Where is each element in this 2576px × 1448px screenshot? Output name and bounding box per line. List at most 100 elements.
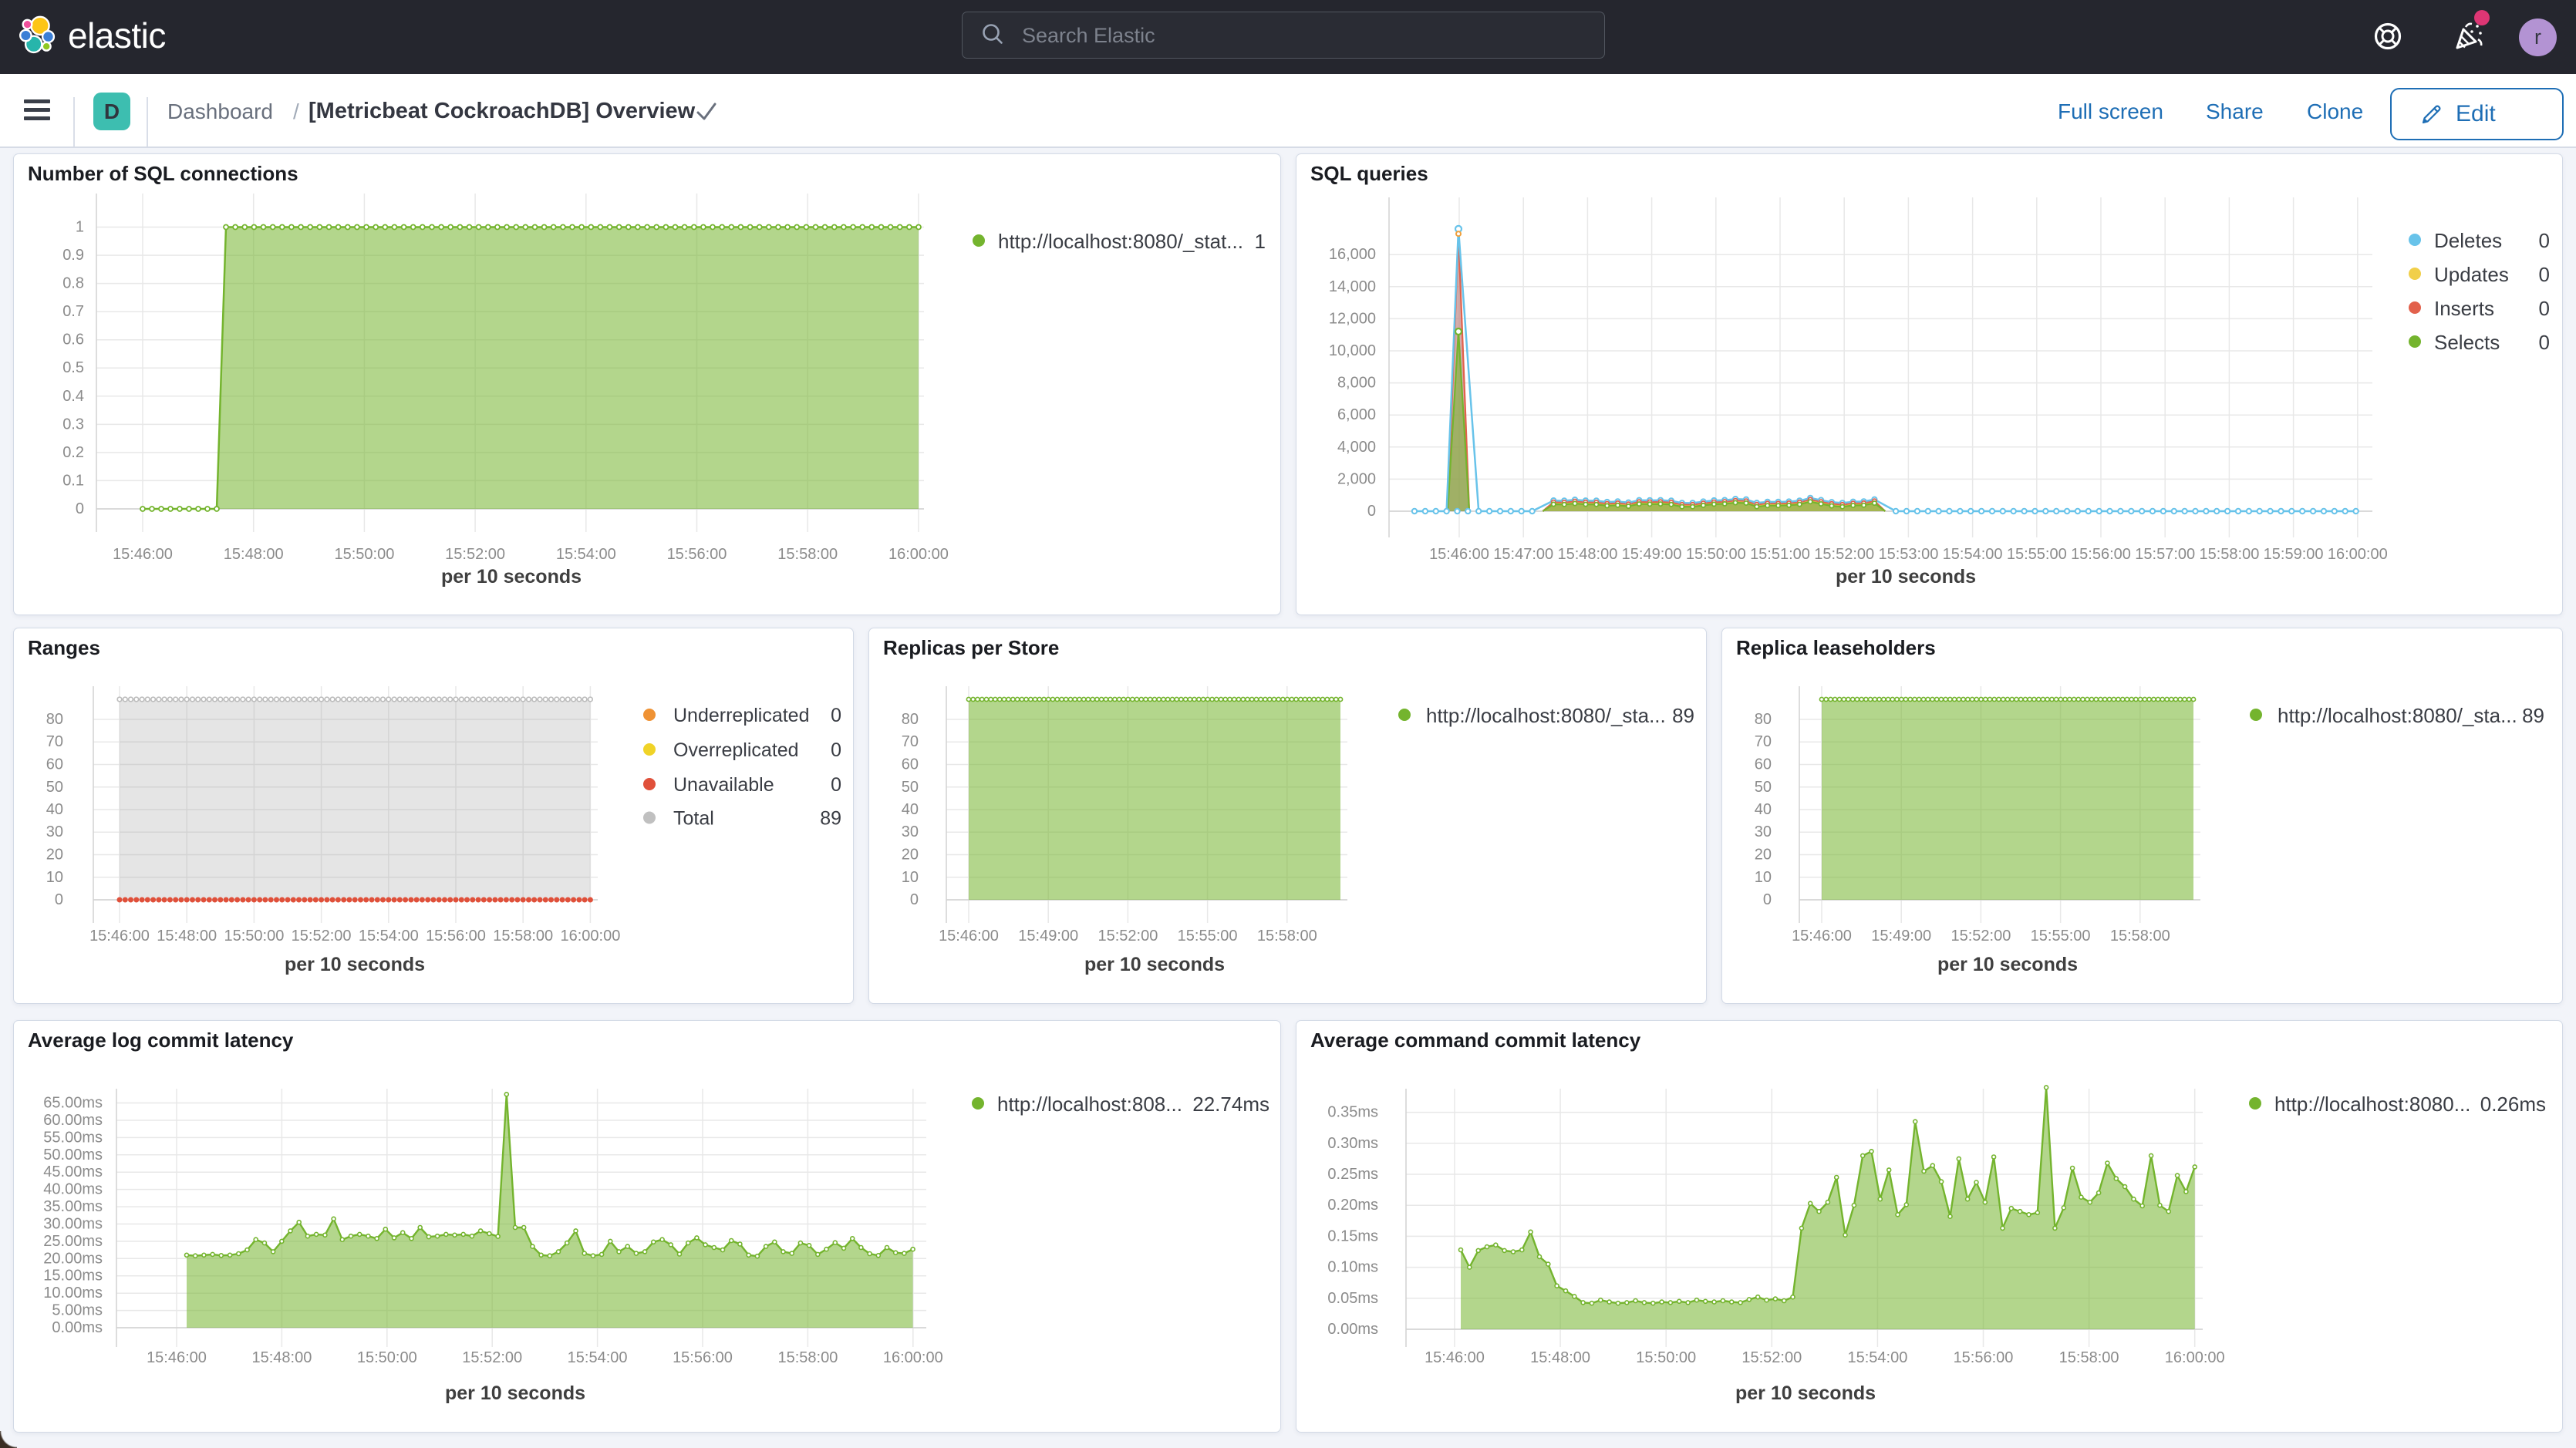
svg-text:Total: Total — [673, 808, 714, 830]
svg-text:10,000: 10,000 — [1329, 342, 1376, 359]
svg-text:50: 50 — [902, 779, 919, 796]
svg-text:16:00:00: 16:00:00 — [888, 546, 949, 563]
svg-text:per 10 seconds: per 10 seconds — [1937, 954, 2078, 975]
svg-text:1: 1 — [76, 219, 84, 236]
svg-text:15:46:00: 15:46:00 — [113, 546, 173, 563]
svg-text:0.35ms: 0.35ms — [1327, 1104, 1378, 1121]
svg-text:16:00:00: 16:00:00 — [883, 1349, 943, 1366]
svg-text:20: 20 — [46, 847, 63, 864]
svg-text:per 10 seconds: per 10 seconds — [1084, 954, 1225, 975]
svg-text:15:46:00: 15:46:00 — [939, 928, 999, 945]
svg-text:16,000: 16,000 — [1329, 246, 1376, 263]
svg-text:15:50:00: 15:50:00 — [1686, 546, 1746, 563]
svg-text:10: 10 — [902, 869, 919, 886]
svg-text:0: 0 — [55, 891, 63, 908]
svg-text:15:49:00: 15:49:00 — [1871, 928, 1931, 945]
svg-text:80: 80 — [46, 711, 63, 728]
svg-text:15:48:00: 15:48:00 — [1530, 1349, 1590, 1366]
svg-text:22.74ms: 22.74ms — [1192, 1093, 1269, 1116]
svg-text:15:54:00: 15:54:00 — [359, 928, 419, 945]
svg-text:60: 60 — [46, 756, 63, 773]
svg-text:0: 0 — [2539, 331, 2550, 354]
svg-text:15:54:00: 15:54:00 — [556, 546, 616, 563]
svg-text:15:48:00: 15:48:00 — [157, 928, 217, 945]
svg-text:30: 30 — [46, 823, 63, 840]
svg-text:15:55:00: 15:55:00 — [1178, 928, 1238, 945]
svg-text:0.10ms: 0.10ms — [1327, 1259, 1378, 1276]
svg-text:per 10 seconds: per 10 seconds — [441, 566, 582, 588]
svg-text:15:52:00: 15:52:00 — [292, 928, 352, 945]
svg-text:65.00ms: 65.00ms — [43, 1095, 103, 1112]
svg-text:15:58:00: 15:58:00 — [493, 928, 553, 945]
svg-text:15:46:00: 15:46:00 — [1425, 1349, 1485, 1366]
svg-text:60: 60 — [1755, 756, 1772, 773]
svg-text:15:56:00: 15:56:00 — [1954, 1349, 2014, 1366]
svg-text:15:58:00: 15:58:00 — [777, 1349, 838, 1366]
svg-text:0: 0 — [831, 739, 841, 761]
svg-text:30.00ms: 30.00ms — [43, 1216, 103, 1233]
svg-text:0: 0 — [2539, 229, 2550, 252]
svg-text:16:00:00: 16:00:00 — [2328, 546, 2388, 563]
svg-text:0.26ms: 0.26ms — [2480, 1093, 2546, 1116]
svg-text:0.3: 0.3 — [62, 416, 84, 433]
svg-text:per 10 seconds: per 10 seconds — [1836, 566, 1976, 588]
svg-text:15:52:00: 15:52:00 — [1814, 546, 1874, 563]
svg-text:0.1: 0.1 — [62, 472, 84, 489]
svg-text:20.00ms: 20.00ms — [43, 1250, 103, 1267]
svg-text:45.00ms: 45.00ms — [43, 1163, 103, 1180]
svg-text:15:49:00: 15:49:00 — [1018, 928, 1078, 945]
svg-text:http://localhost:8080/_sta...: http://localhost:8080/_sta... — [1426, 704, 1666, 727]
svg-text:0: 0 — [2539, 297, 2550, 320]
svg-text:15:51:00: 15:51:00 — [1750, 546, 1810, 563]
svg-text:per 10 seconds: per 10 seconds — [445, 1382, 585, 1404]
svg-text:15:52:00: 15:52:00 — [445, 546, 505, 563]
svg-text:per 10 seconds: per 10 seconds — [285, 954, 425, 975]
svg-text:0.5: 0.5 — [62, 359, 84, 376]
svg-text:70: 70 — [902, 733, 919, 750]
svg-text:10.00ms: 10.00ms — [43, 1285, 103, 1302]
svg-text:0: 0 — [2539, 263, 2550, 286]
svg-text:15:46:00: 15:46:00 — [89, 928, 150, 945]
svg-text:5.00ms: 5.00ms — [52, 1302, 103, 1319]
svg-text:15:52:00: 15:52:00 — [1951, 928, 2011, 945]
svg-text:15:53:00: 15:53:00 — [1878, 546, 1938, 563]
svg-text:http://localhost:8080/_sta...: http://localhost:8080/_sta... — [2278, 704, 2517, 727]
svg-text:0.4: 0.4 — [62, 388, 84, 405]
svg-text:http://localhost:808...: http://localhost:808... — [997, 1093, 1182, 1116]
svg-text:http://localhost:8080...: http://localhost:8080... — [2274, 1093, 2470, 1116]
svg-text:0.8: 0.8 — [62, 275, 84, 292]
svg-text:35.00ms: 35.00ms — [43, 1198, 103, 1215]
svg-text:Inserts: Inserts — [2434, 297, 2494, 320]
svg-text:0.30ms: 0.30ms — [1327, 1135, 1378, 1152]
svg-text:80: 80 — [902, 711, 919, 728]
svg-text:0.20ms: 0.20ms — [1327, 1197, 1378, 1214]
svg-text:15:46:00: 15:46:00 — [1792, 928, 1852, 945]
svg-text:Underreplicated: Underreplicated — [673, 705, 810, 726]
svg-text:15:55:00: 15:55:00 — [2007, 546, 2067, 563]
svg-text:15:56:00: 15:56:00 — [426, 928, 486, 945]
svg-text:0: 0 — [1763, 891, 1772, 908]
svg-text:15:58:00: 15:58:00 — [1257, 928, 1317, 945]
svg-text:15:47:00: 15:47:00 — [1493, 546, 1553, 563]
svg-text:15:52:00: 15:52:00 — [1741, 1349, 1802, 1366]
svg-text:0.2: 0.2 — [62, 444, 84, 461]
svg-text:25.00ms: 25.00ms — [43, 1233, 103, 1250]
svg-text:15:58:00: 15:58:00 — [2110, 928, 2170, 945]
svg-text:12,000: 12,000 — [1329, 310, 1376, 327]
svg-text:4,000: 4,000 — [1337, 439, 1376, 456]
svg-text:50.00ms: 50.00ms — [43, 1147, 103, 1163]
svg-text:15:50:00: 15:50:00 — [1636, 1349, 1696, 1366]
svg-text:15:48:00: 15:48:00 — [224, 546, 284, 563]
svg-text:0: 0 — [76, 500, 84, 517]
svg-text:30: 30 — [902, 823, 919, 840]
svg-text:0.15ms: 0.15ms — [1327, 1227, 1378, 1244]
svg-text:2,000: 2,000 — [1337, 470, 1376, 487]
svg-text:15:50:00: 15:50:00 — [224, 928, 284, 945]
svg-text:89: 89 — [820, 808, 841, 830]
svg-text:0.6: 0.6 — [62, 332, 84, 349]
svg-text:50: 50 — [46, 779, 63, 796]
svg-text:Selects: Selects — [2434, 331, 2500, 354]
svg-text:15:52:00: 15:52:00 — [1097, 928, 1158, 945]
svg-text:8,000: 8,000 — [1337, 375, 1376, 392]
svg-text:15:56:00: 15:56:00 — [2071, 546, 2131, 563]
